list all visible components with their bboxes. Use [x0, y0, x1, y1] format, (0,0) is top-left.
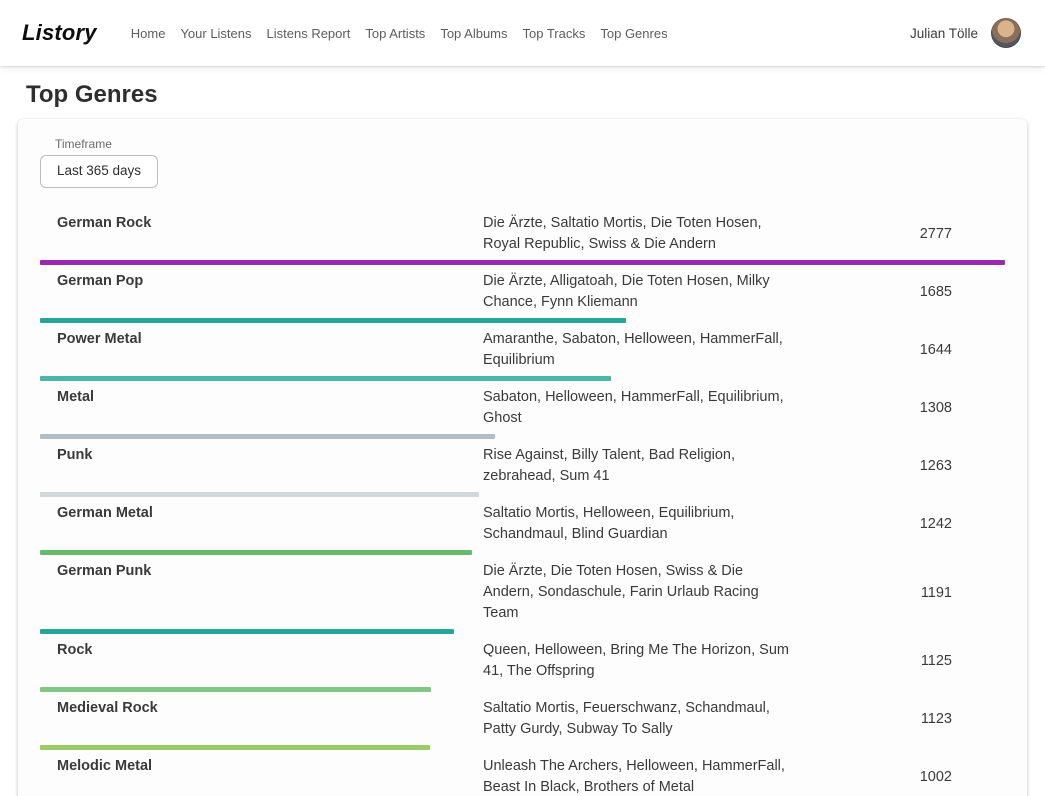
top-genres-card: Timeframe Last 365 days German Rock Die …	[18, 119, 1027, 796]
genre-name: German Rock	[57, 213, 483, 234]
genre-count: 1685	[920, 284, 1005, 300]
genre-artists: Rise Against, Billy Talent, Bad Religion…	[483, 445, 791, 487]
genre-row: German Rock Die Ärzte, Saltatio Mortis, …	[40, 207, 1005, 265]
genre-row-content: Punk Rise Against, Billy Talent, Bad Rel…	[40, 439, 1005, 492]
genre-count: 1002	[920, 769, 1005, 785]
genre-row: Power Metal Amaranthe, Sabaton, Hellowee…	[40, 323, 1005, 381]
nav-listens-report[interactable]: Listens Report	[267, 26, 351, 41]
genre-count: 1242	[920, 516, 1005, 532]
genre-artists: Unleash The Archers, Helloween, HammerFa…	[483, 756, 791, 796]
genre-row: Rock Queen, Helloween, Bring Me The Hori…	[40, 634, 1005, 692]
main-nav: Home Your Listens Listens Report Top Art…	[131, 26, 668, 41]
genre-artists: Die Ärzte, Saltatio Mortis, Die Toten Ho…	[483, 213, 791, 255]
genre-artists: Saltatio Mortis, Helloween, Equilibrium,…	[483, 503, 791, 545]
timeframe-label: Timeframe	[55, 137, 1005, 151]
genre-name: Medieval Rock	[57, 698, 483, 719]
genre-count: 2777	[920, 226, 1005, 242]
genre-row-content: German Rock Die Ärzte, Saltatio Mortis, …	[40, 207, 1005, 260]
genre-name: Punk	[57, 445, 483, 466]
genre-row: German Pop Die Ärzte, Alligatoah, Die To…	[40, 265, 1005, 323]
genre-row: Medieval Rock Saltatio Mortis, Feuerschw…	[40, 692, 1005, 750]
genre-row: Punk Rise Against, Billy Talent, Bad Rel…	[40, 439, 1005, 497]
genre-count: 1123	[921, 711, 1005, 727]
nav-top-albums[interactable]: Top Albums	[440, 26, 507, 41]
genre-name: German Pop	[57, 271, 483, 292]
genre-row: Metal Sabaton, Helloween, HammerFall, Eq…	[40, 381, 1005, 439]
genre-row-content: German Metal Saltatio Mortis, Helloween,…	[40, 497, 1005, 550]
genre-artists: Amaranthe, Sabaton, Helloween, HammerFal…	[483, 329, 791, 371]
genre-name: Rock	[57, 640, 483, 661]
nav-top-artists[interactable]: Top Artists	[365, 26, 425, 41]
genre-artists: Saltatio Mortis, Feuerschwanz, Schandmau…	[483, 698, 791, 740]
genre-artists: Queen, Helloween, Bring Me The Horizon, …	[483, 640, 791, 682]
genre-row-content: Power Metal Amaranthe, Sabaton, Hellowee…	[40, 323, 1005, 376]
genre-row: Melodic Metal Unleash The Archers, Hello…	[40, 750, 1005, 796]
nav-home[interactable]: Home	[131, 26, 166, 41]
main-content: Top Genres Timeframe Last 365 days Germa…	[0, 80, 1045, 796]
nav-your-listens[interactable]: Your Listens	[180, 26, 251, 41]
nav-top-tracks[interactable]: Top Tracks	[523, 26, 586, 41]
genre-count: 1263	[920, 458, 1005, 474]
nav-top-genres[interactable]: Top Genres	[600, 26, 667, 41]
genre-count: 1308	[920, 400, 1005, 416]
genre-row: German Metal Saltatio Mortis, Helloween,…	[40, 497, 1005, 555]
genre-row-content: German Pop Die Ärzte, Alligatoah, Die To…	[40, 265, 1005, 318]
app-header: Listory Home Your Listens Listens Report…	[0, 0, 1045, 66]
user-name: Julian Tölle	[910, 26, 978, 41]
genre-name: Metal	[57, 387, 483, 408]
genre-count: 1191	[921, 585, 1005, 601]
genre-artists: Die Ärzte, Alligatoah, Die Toten Hosen, …	[483, 271, 791, 313]
genre-name: German Punk	[57, 561, 483, 582]
genre-name: German Metal	[57, 503, 483, 524]
page-title: Top Genres	[26, 80, 1019, 109]
app-logo[interactable]: Listory	[22, 20, 97, 46]
genre-count: 1125	[921, 653, 1005, 669]
genre-artists: Die Ärzte, Die Toten Hosen, Swiss & Die …	[483, 561, 791, 624]
genre-row: German Punk Die Ärzte, Die Toten Hosen, …	[40, 555, 1005, 634]
genre-row-content: Rock Queen, Helloween, Bring Me The Hori…	[40, 634, 1005, 687]
user-avatar[interactable]	[991, 18, 1021, 48]
timeframe-select[interactable]: Last 365 days	[40, 155, 158, 188]
genre-row-content: Melodic Metal Unleash The Archers, Hello…	[40, 750, 1005, 796]
genre-name: Melodic Metal	[57, 756, 483, 777]
genre-row-content: German Punk Die Ärzte, Die Toten Hosen, …	[40, 555, 1005, 629]
timeframe-control: Timeframe Last 365 days	[40, 137, 1005, 188]
genre-artists: Sabaton, Helloween, HammerFall, Equilibr…	[483, 387, 791, 429]
genre-table: German Rock Die Ärzte, Saltatio Mortis, …	[40, 207, 1005, 796]
genre-count: 1644	[920, 342, 1005, 358]
genre-row-content: Metal Sabaton, Helloween, HammerFall, Eq…	[40, 381, 1005, 434]
user-menu[interactable]: Julian Tölle	[910, 18, 1021, 48]
genre-row-content: Medieval Rock Saltatio Mortis, Feuerschw…	[40, 692, 1005, 745]
genre-name: Power Metal	[57, 329, 483, 350]
